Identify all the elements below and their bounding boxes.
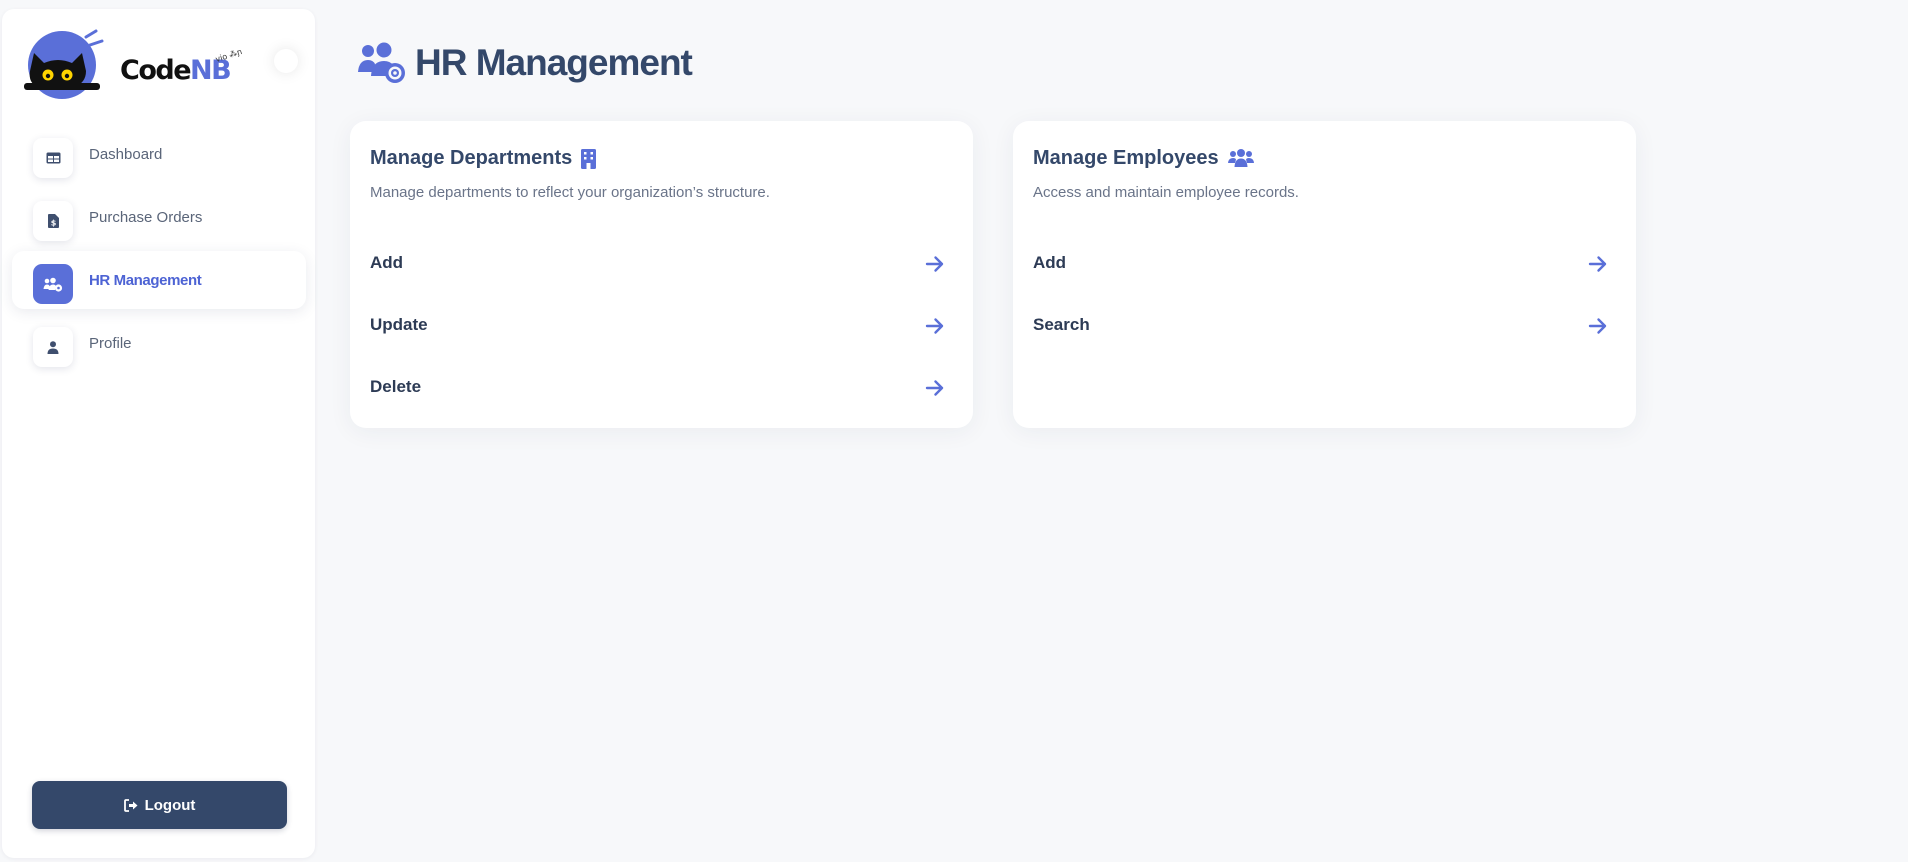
brand-name: CodeNB — [120, 55, 232, 86]
add-department-link[interactable]: Add — [370, 244, 945, 284]
sidebar-item-label: HR Management — [89, 272, 202, 289]
sidebar-item-hr-management[interactable]: HR Management — [12, 251, 306, 309]
logout-label: Logout — [144, 796, 196, 814]
employees-card: Manage Employees Access and maintain emp… — [1013, 121, 1636, 428]
sidebar-toggle-button[interactable] — [274, 49, 298, 73]
sidebar-nav: Dashboard $ Purchase Orders HR Managemen… — [12, 125, 306, 377]
building-icon — [581, 148, 597, 169]
page-title: HR Management — [415, 42, 693, 83]
svg-text:$: $ — [50, 219, 56, 228]
departments-card: Manage Departments Manage departments to… — [350, 121, 973, 428]
arrow-right-icon — [925, 380, 944, 396]
arrow-right-icon — [925, 256, 944, 272]
logout-button[interactable]: Logout — [32, 781, 287, 829]
sidebar-item-dashboard[interactable]: Dashboard — [12, 125, 306, 183]
invoice-dollar-icon: $ — [33, 201, 73, 241]
sidebar-item-purchase-orders[interactable]: $ Purchase Orders — [12, 188, 306, 246]
action-label: Add — [1033, 253, 1067, 272]
action-label: Add — [370, 253, 404, 272]
card-description: Manage departments to reflect your organ… — [370, 184, 770, 201]
action-label: Update — [370, 315, 428, 334]
action-label: Search — [1033, 315, 1090, 334]
sidebar-item-label: Purchase Orders — [89, 209, 203, 226]
sidebar-item-profile[interactable]: Profile — [12, 314, 306, 372]
card-title: Manage Employees — [1033, 147, 1254, 170]
delete-department-link[interactable]: Delete — [370, 368, 945, 408]
user-icon — [33, 327, 73, 367]
table-icon — [33, 138, 73, 178]
card-title: Manage Departments — [370, 147, 597, 170]
update-department-link[interactable]: Update — [370, 306, 945, 346]
action-label: Delete — [370, 377, 422, 396]
users-icon — [1227, 149, 1254, 167]
arrow-right-icon — [925, 318, 944, 334]
users-gear-icon — [358, 42, 405, 83]
arrow-right-icon — [1588, 318, 1607, 334]
sidebar-item-label: Profile — [89, 335, 132, 352]
sidebar: CodeNB vio ⁂ɲ Dashboard $ Purchase Order… — [2, 9, 315, 858]
cat-logo-icon — [24, 29, 104, 99]
card-description: Access and maintain employee records. — [1033, 184, 1299, 201]
sign-out-icon — [123, 798, 138, 812]
brand[interactable]: CodeNB vio ⁂ɲ — [24, 23, 304, 99]
add-employee-link[interactable]: Add — [1033, 244, 1608, 284]
arrow-right-icon — [1588, 256, 1607, 272]
users-gear-icon — [33, 264, 73, 304]
sidebar-item-label: Dashboard — [89, 146, 163, 163]
search-employee-link[interactable]: Search — [1033, 306, 1608, 346]
